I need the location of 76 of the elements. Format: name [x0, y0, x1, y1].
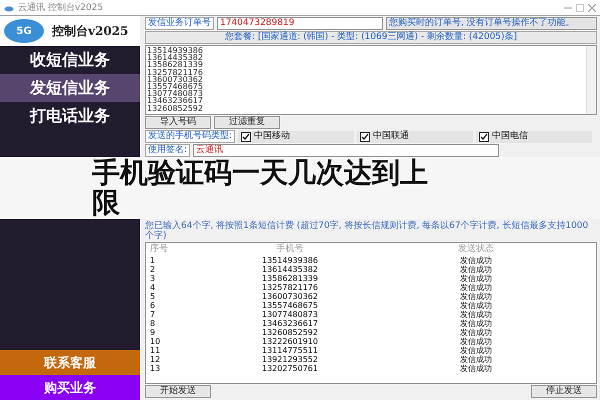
table-cell-text: 发信成功	[459, 283, 493, 292]
table-cell-text: 4	[150, 283, 156, 292]
package-info: 您套餐: [国家通道: (韩国) - 类型: (1069三网通) - 剩余数量: (42005)条]	[145, 31, 597, 44]
checkbox-label: 中国电信	[492, 132, 528, 141]
carrier-label: 发送的手机号码类型:	[145, 130, 236, 143]
logo-badge: 5G	[4, 19, 44, 43]
table-cell-text: 发信成功	[459, 265, 493, 274]
check-icon	[242, 132, 250, 140]
signature-field[interactable]: 云通讯	[193, 144, 500, 157]
table-cell-text: 1	[150, 256, 156, 265]
table-cell-text: 12	[150, 355, 162, 364]
table-cell-text: 发信成功	[459, 364, 493, 373]
table-cell-text: 13114775511	[261, 346, 319, 355]
table-cell-text: 13614435382	[261, 265, 319, 274]
table-cell-text: 发信成功	[459, 319, 493, 328]
table-cell-text: 发信成功	[459, 346, 493, 355]
table-cell-text: 13586281339	[261, 274, 319, 283]
sidebar-item[interactable]: 发短信业务	[0, 74, 140, 102]
action-button[interactable]: 停止发送	[531, 385, 597, 398]
table-cell-text: 13463236617	[261, 319, 319, 328]
table-cell-text: 发信成功	[459, 337, 493, 346]
table-cell-text: 发信成功	[459, 328, 493, 337]
window-title: 云通讯 控制台v2025	[18, 2, 104, 14]
column-header: 序号	[150, 244, 169, 255]
action-button[interactable]: 过滤重复	[214, 116, 280, 129]
table-cell-text: 13557468675	[261, 301, 319, 310]
scrollbar[interactable]	[586, 46, 596, 114]
signature-label: 使用签名:	[145, 144, 190, 157]
order-hint: 您购买时的订单号, 没有订单号操作不了功能。	[386, 17, 597, 30]
checkbox[interactable]	[241, 132, 252, 142]
character-count-hint: 您已输入64个字, 将按照1条短信计费 (超过70字, 将按长信规则计费, 每条以67个字计费, 长短信最多支持1000个字)	[145, 221, 590, 241]
numbers-field[interactable]: 13514939386 13614435382 13586281339 13257821176 13600730362 13557468675 13077480873 13463236617 13260852592	[145, 45, 597, 115]
sidebar-item[interactable]: 收短信业务	[0, 46, 140, 74]
table-cell-text: 5	[150, 292, 156, 301]
table-cell-text: 3	[150, 274, 156, 283]
table-cell-text: 13921293552	[261, 355, 319, 364]
maximize-icon[interactable]	[576, 4, 584, 12]
table-cell-text: 13257821176	[261, 283, 319, 292]
table-cell-text: 13260852592	[261, 328, 319, 337]
table-cell-text: 6	[150, 301, 156, 310]
headline: 手机验证码一天几次达到上限	[92, 158, 429, 218]
close-icon[interactable]	[588, 4, 596, 12]
action-button[interactable]: 导入号码	[145, 116, 211, 129]
checkbox-label: 中国联通	[373, 132, 410, 141]
table-cell-text: 13	[150, 364, 162, 373]
table-cell-text: 13514939386	[261, 256, 319, 265]
table-cell-text: 13202750761	[261, 364, 319, 373]
sidebar-button[interactable]: 购买业务	[0, 375, 140, 400]
table-cell-text: 11	[150, 346, 162, 355]
table-cell-text: 发信成功	[459, 310, 493, 319]
table-cell-text: 9	[150, 328, 156, 337]
table-cell-text: 2	[150, 265, 156, 274]
table-cell-text: 13222601910	[261, 337, 319, 346]
table-cell-text: 8	[150, 319, 156, 328]
check-icon	[361, 132, 370, 140]
check-icon	[480, 132, 488, 140]
checkbox[interactable]	[479, 132, 490, 142]
sidebar-button[interactable]: 联系客服	[0, 350, 140, 375]
table-cell-text: 发信成功	[459, 301, 493, 310]
table-cell-text: 13600730362	[261, 292, 319, 301]
column-header: 发送状态	[457, 244, 495, 255]
checkbox[interactable]	[360, 132, 370, 142]
brand-title: 控制台v2025	[52, 22, 128, 40]
table-cell-text: 发信成功	[459, 274, 493, 283]
table-cell-text: 10	[150, 337, 162, 346]
column-header: 手机号	[276, 244, 304, 255]
action-button[interactable]: 开始发送	[145, 385, 211, 398]
order-label: 发信业务订单号	[145, 17, 214, 30]
table-cell-text: 发信成功	[459, 292, 493, 301]
checkbox-label: 中国移动	[254, 132, 290, 141]
table-cell-text: 13077480873	[261, 310, 319, 319]
table-cell-text: 发信成功	[459, 355, 493, 364]
order-field[interactable]: 1740473289819	[217, 17, 383, 30]
table-cell-text: 7	[150, 310, 156, 319]
sidebar-item[interactable]: 打电话业务	[0, 102, 140, 130]
table-cell-text: 发信成功	[459, 256, 493, 265]
